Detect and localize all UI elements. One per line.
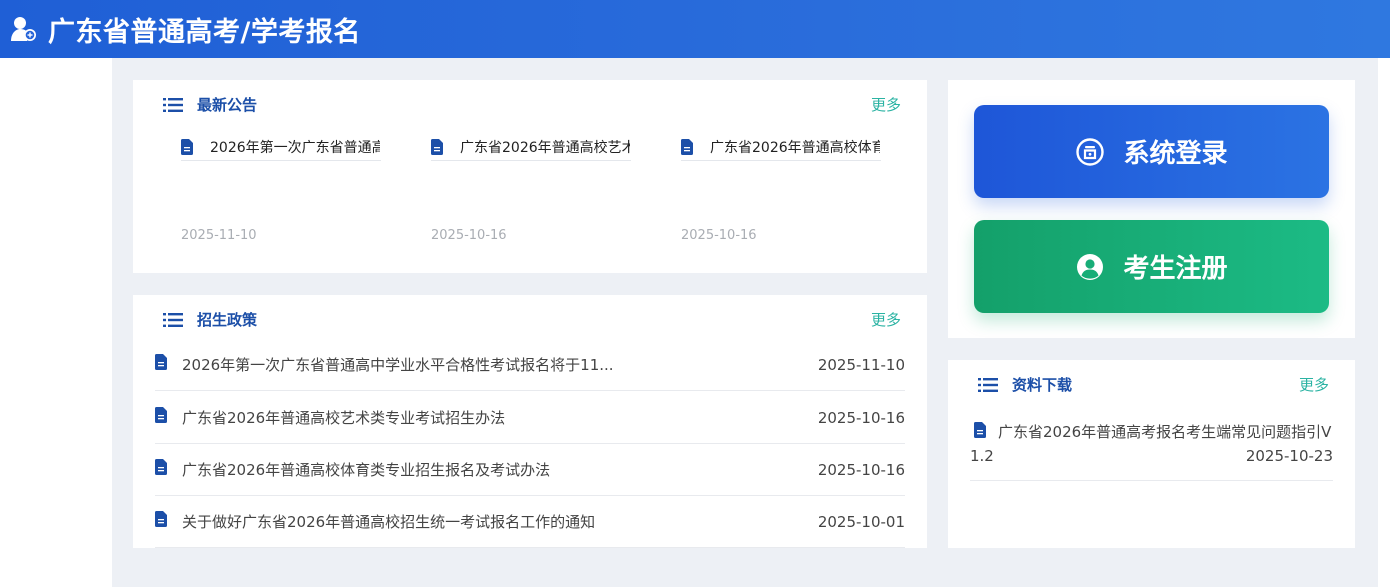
download-title-cont: 1.2: [970, 447, 994, 465]
login-label: 系统登录: [1123, 139, 1228, 169]
policy-date: 2025-10-01: [817, 512, 905, 531]
notices-header: 最新公告: [163, 94, 257, 115]
policy-row[interactable]: 2026年第一次广东省普通高中学业水平合格性考试报名将于11... 2025-1…: [155, 339, 905, 391]
policy-title: 关于做好广东省2026年普通高校招生统一考试报名工作的通知: [182, 513, 596, 531]
policy-row[interactable]: 广东省2026年普通高校艺术类专业考试招生办法 2025-10-16: [155, 392, 905, 444]
document-icon: [431, 138, 443, 155]
policies-more-link[interactable]: 更多: [871, 309, 901, 330]
app-header: 广东省普通高考/学考报名: [0, 0, 1390, 58]
notice-item[interactable]: 2026年第一次广东省普通高中学业水平合格性考试报名将于11: [181, 133, 381, 161]
page-title: 广东省普通高考/学考报名: [48, 16, 361, 48]
notice-item[interactable]: 广东省2026年普通高校体育类专业招生报名及考试办法: [681, 133, 881, 161]
user-add-icon: [10, 14, 40, 44]
notices-card: 最新公告 更多: [133, 80, 927, 273]
downloads-header: 资料下载: [978, 374, 1072, 395]
document-icon: [155, 353, 167, 370]
login-button[interactable]: 系统登录: [974, 105, 1329, 198]
document-icon: [155, 510, 167, 527]
user-circle-icon: [1077, 253, 1104, 280]
policy-title: 2026年第一次广东省普通高中学业水平合格性考试报名将于11...: [182, 356, 614, 374]
policy-title: 广东省2026年普通高校艺术类专业考试招生办法: [182, 409, 506, 427]
actions-card: 系统登录 考生注册: [948, 80, 1355, 338]
register-button[interactable]: 考生注册: [974, 220, 1329, 313]
download-title: 广东省2026年普通高考报名考生端常见问题指引V: [998, 423, 1332, 441]
document-icon: [155, 406, 167, 423]
download-date: 2025-10-23: [1245, 447, 1333, 465]
notice-item[interactable]: 广东省2026年普通高校艺术类专业考试招生办法: [431, 133, 631, 161]
notice-title: 广东省2026年普通高校艺术类专业考试招生办法: [460, 139, 630, 156]
notices-more-link[interactable]: 更多: [871, 94, 901, 115]
list-icon: [163, 97, 183, 112]
login-icon: [1076, 137, 1105, 166]
policies-card: 招生政策 更多 2026年第一次广东省普通高中学业水平合格性考试报名将于11..…: [133, 295, 927, 548]
policy-date: 2025-11-10: [817, 355, 905, 374]
policy-row[interactable]: 关于做好广东省2026年普通高校招生统一考试报名工作的通知 2025-10-01: [155, 496, 905, 548]
policy-date: 2025-10-16: [817, 460, 905, 479]
notice-date: 2025-10-16: [681, 228, 757, 243]
policies-header: 招生政策: [163, 309, 257, 330]
policy-title: 广东省2026年普通高校体育类专业招生报名及考试办法: [182, 461, 551, 479]
policies-title: 招生政策: [197, 311, 258, 329]
list-icon: [978, 377, 998, 392]
downloads-card: 资料下载 更多 广东省2026年普通高考报名考生端常见问题指引V 1.2 202…: [948, 360, 1355, 548]
document-icon: [681, 138, 693, 155]
notice-title: 广东省2026年普通高校体育类专业招生报名及考试办法: [710, 139, 880, 156]
document-icon: [181, 138, 193, 155]
notice-date: 2025-10-16: [431, 228, 507, 243]
register-label: 考生注册: [1123, 254, 1228, 284]
downloads-title: 资料下载: [1012, 376, 1073, 394]
policy-row[interactable]: 广东省2026年普通高校体育类专业招生报名及考试办法 2025-10-16: [155, 444, 905, 496]
notice-title: 2026年第一次广东省普通高中学业水平合格性考试报名将于11: [210, 139, 380, 156]
notice-date: 2025-11-10: [181, 228, 257, 243]
downloads-more-link[interactable]: 更多: [1299, 374, 1329, 395]
list-icon: [163, 312, 183, 327]
policy-date: 2025-10-16: [817, 408, 905, 427]
document-icon: [155, 458, 167, 475]
document-icon: [974, 421, 986, 438]
notices-title: 最新公告: [197, 96, 258, 114]
download-item[interactable]: 广东省2026年普通高考报名考生端常见问题指引V 1.2 2025-10-23: [970, 415, 1333, 481]
